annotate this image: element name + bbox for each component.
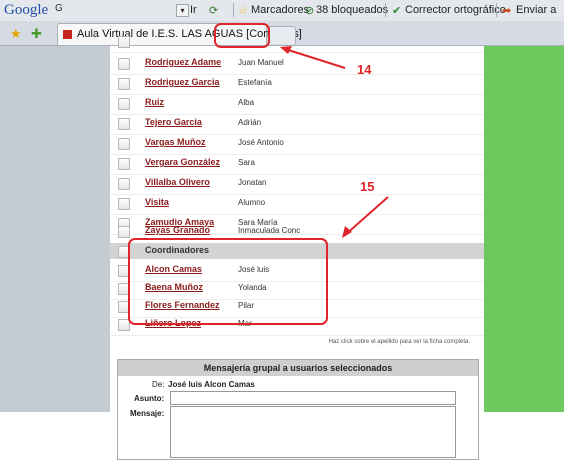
message-textarea[interactable] [170,406,456,458]
annotation-number-14: 14 [357,62,372,77]
annotation-arrows [280,46,389,238]
arrowhead-15 [342,226,352,238]
arrow-15 [343,196,389,237]
arrow-14 [281,47,346,69]
annotation-number-15: 15 [360,179,375,194]
